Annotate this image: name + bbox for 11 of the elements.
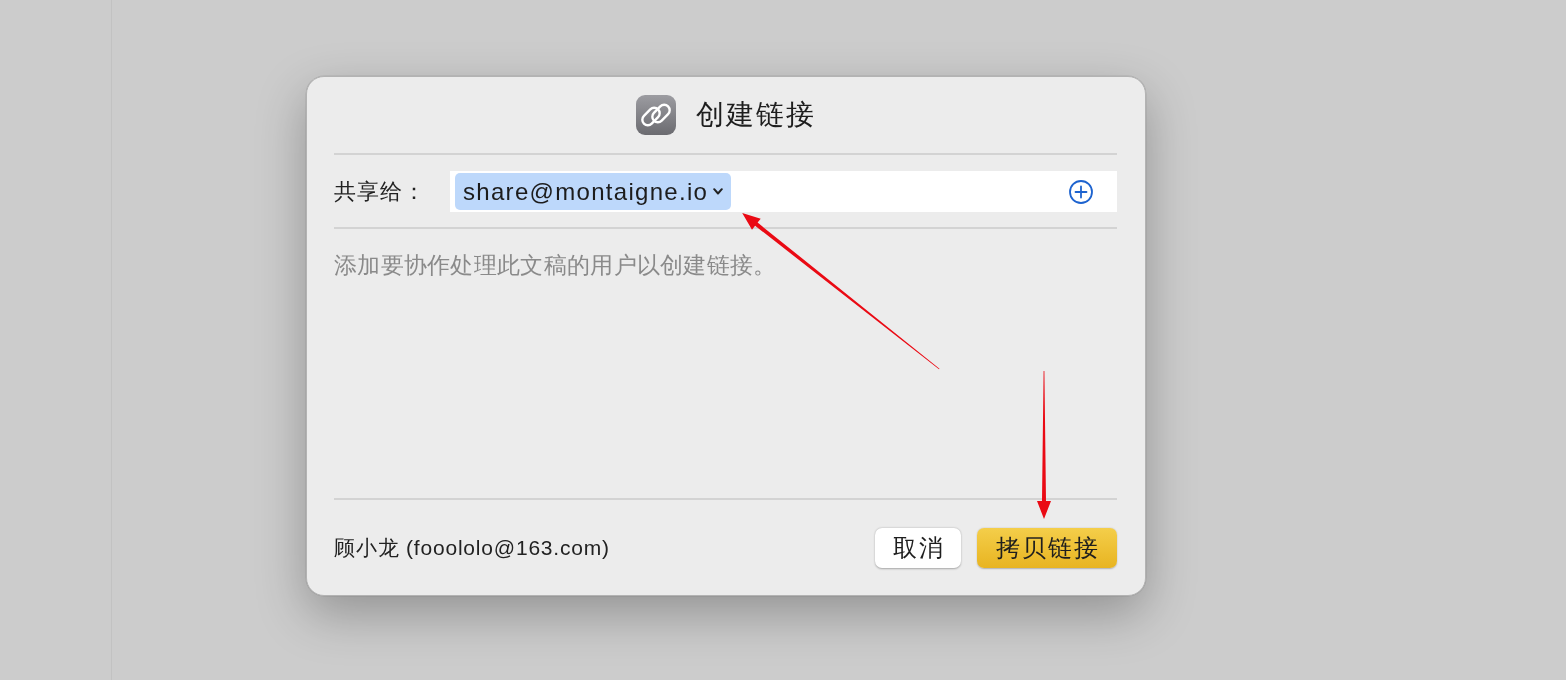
hint-text: 添加要协作处理此文稿的用户以创建链接。 (334, 251, 777, 280)
chevron-icon (713, 188, 724, 195)
account-text: 顾小龙 (fooololo@163.com) (334, 535, 610, 561)
link-icon (635, 95, 676, 135)
share-to-label: 共享给： (334, 177, 427, 206)
copy-link-button[interactable]: 拷贝链接 (977, 528, 1117, 568)
recipient-token[interactable]: share@montaigne.io (455, 173, 732, 210)
cancel-button[interactable]: 取消 (875, 528, 961, 568)
window-title: 创建链接 (695, 98, 816, 132)
recipient-field[interactable]: share@montaigne.io (450, 171, 1117, 212)
add-icon[interactable] (1069, 179, 1093, 204)
